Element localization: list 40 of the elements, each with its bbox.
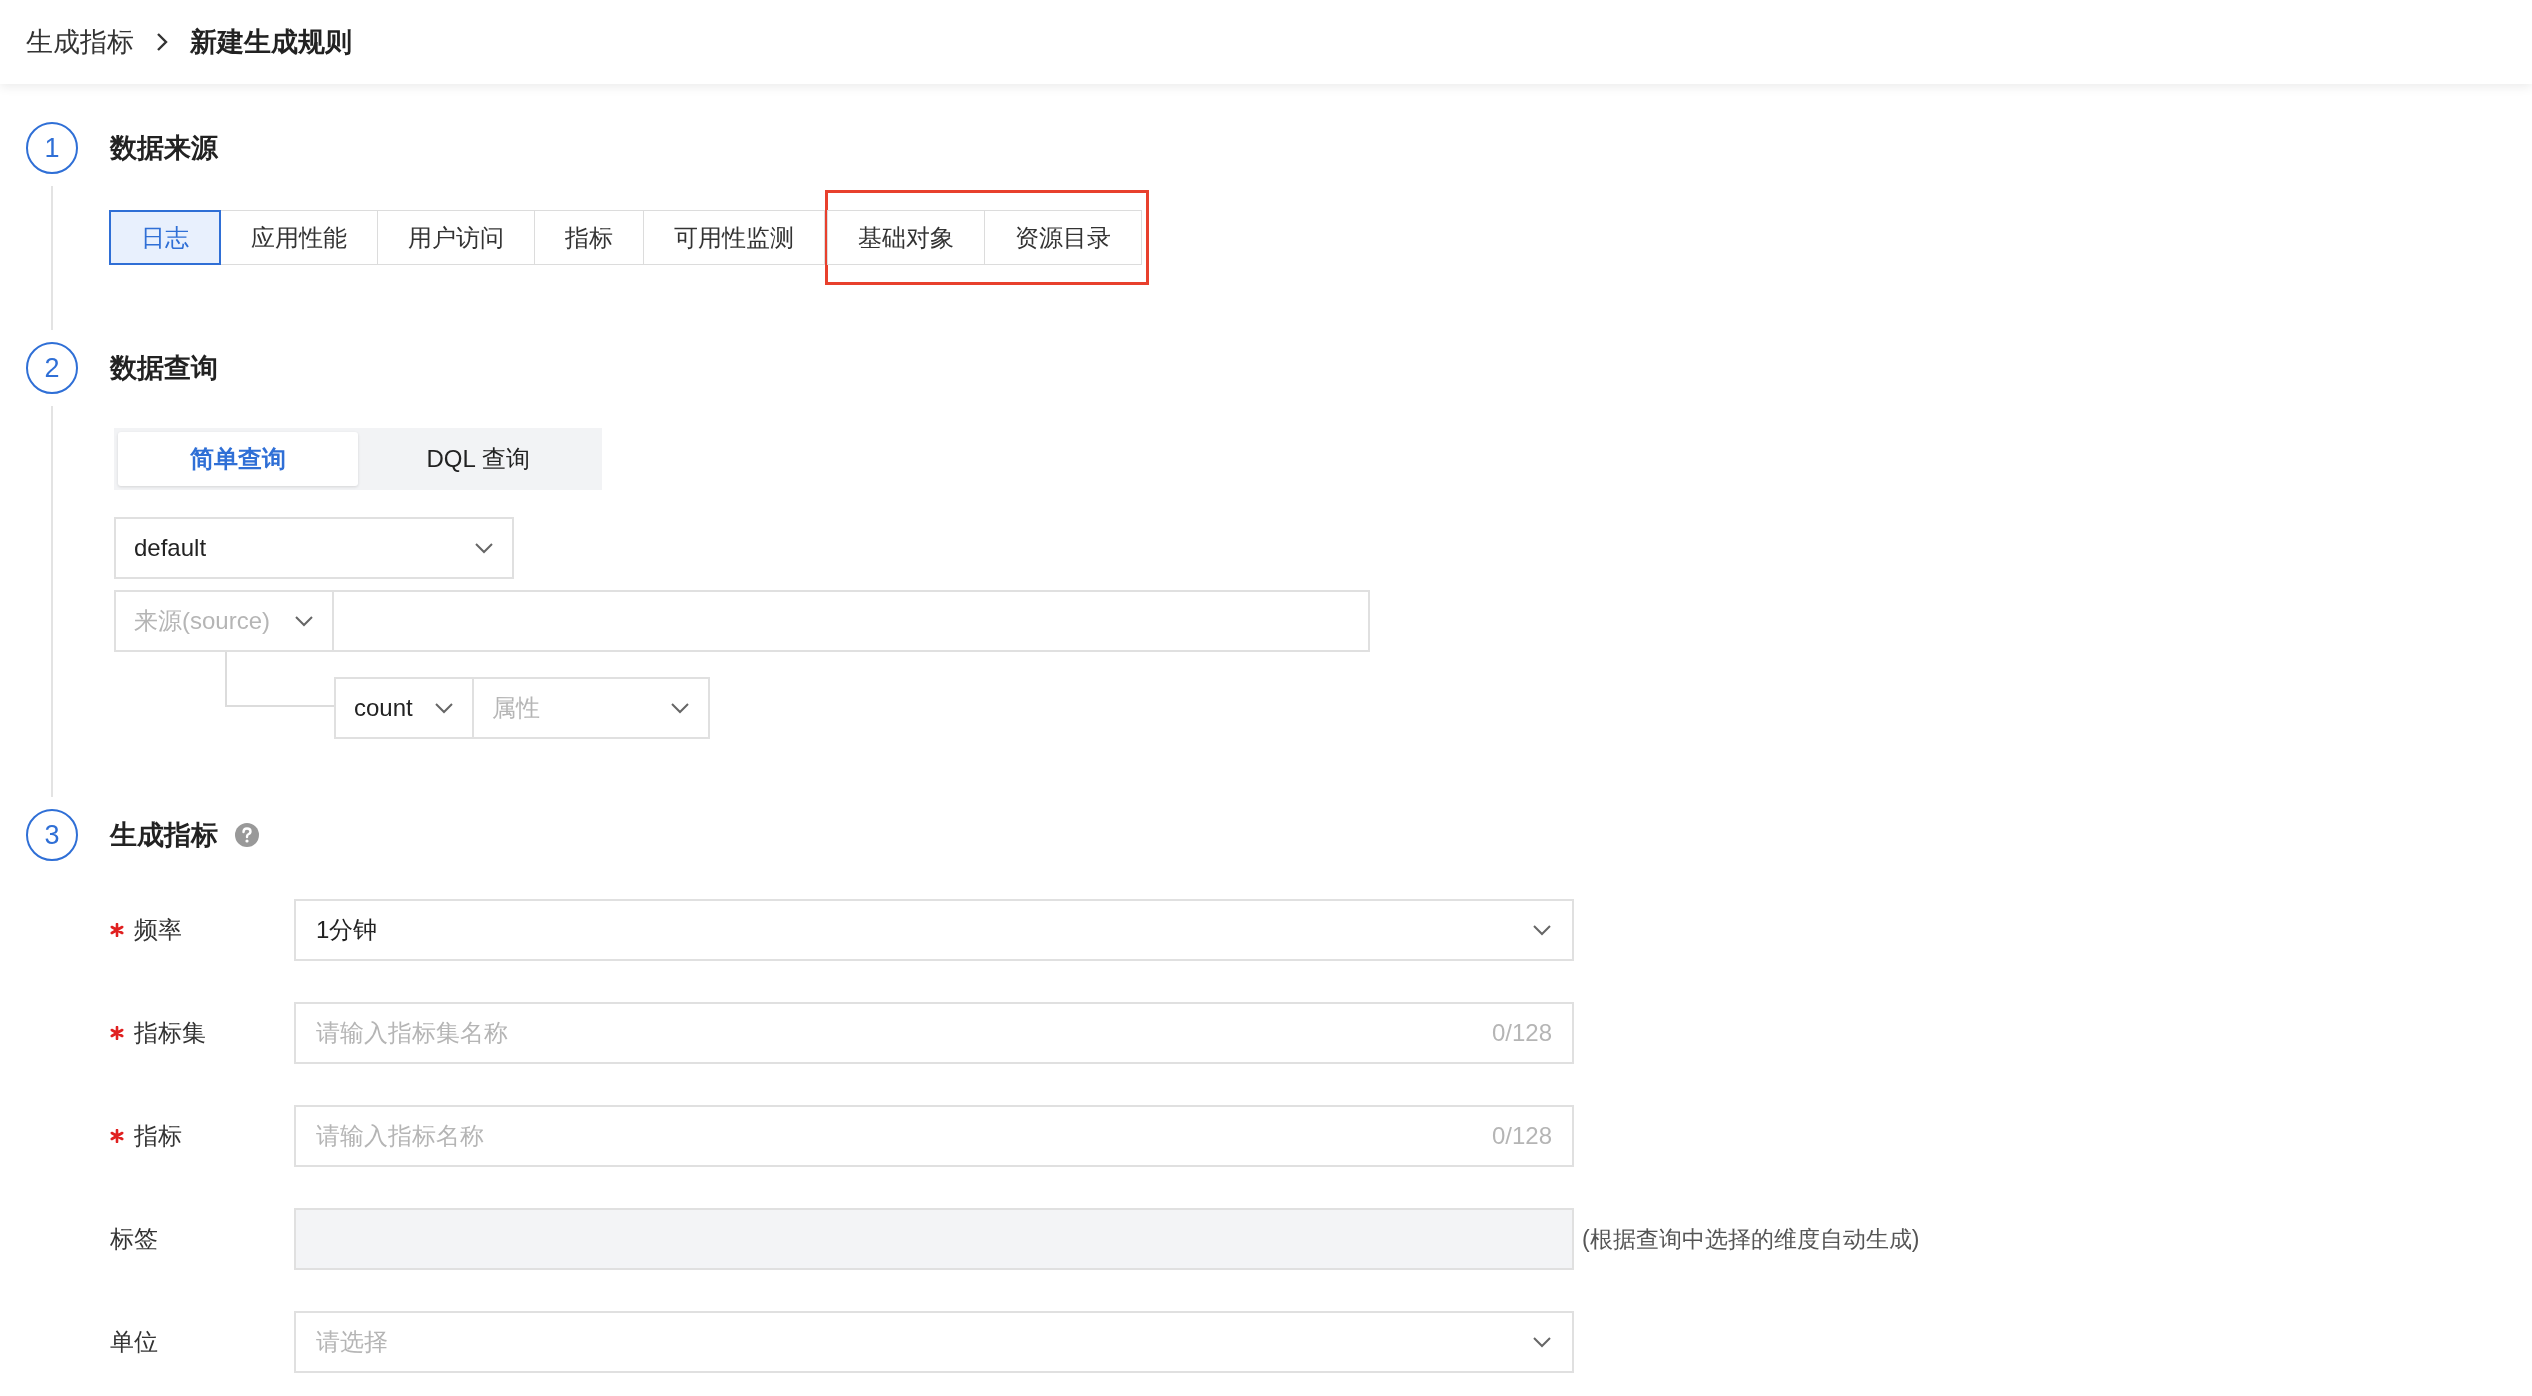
- section-title: 生成指标: [110, 819, 218, 852]
- source-tab[interactable]: 指标: [534, 210, 644, 265]
- field-label: 频率: [134, 915, 182, 945]
- field-label: 单位: [110, 1327, 158, 1357]
- chevron-down-icon: [294, 615, 314, 627]
- workspace-select[interactable]: default: [114, 517, 514, 579]
- source-tab[interactable]: 用户访问: [377, 210, 535, 265]
- required-icon: [110, 1129, 124, 1143]
- field-label: 指标: [134, 1121, 182, 1151]
- section-title: 数据来源: [110, 132, 218, 165]
- section-title: 数据查询: [110, 352, 218, 385]
- required-icon: [110, 1026, 124, 1040]
- required-icon: [110, 923, 124, 937]
- help-icon[interactable]: [234, 822, 260, 848]
- source-tab[interactable]: 基础对象: [827, 210, 985, 265]
- step-number: 1: [26, 122, 78, 174]
- field-label: 指标集: [134, 1018, 206, 1048]
- char-counter: 0/128: [1491, 1122, 1552, 1150]
- query-mode-tab[interactable]: 简单查询: [118, 432, 358, 486]
- step-number: 3: [26, 809, 78, 861]
- breadcrumb-item: 新建生成规则: [190, 26, 352, 59]
- source-tab[interactable]: 可用性监测: [643, 210, 825, 265]
- chevron-right-icon: [156, 32, 168, 52]
- breadcrumb-item[interactable]: 生成指标: [26, 24, 134, 60]
- field-label: 标签: [110, 1224, 158, 1254]
- query-mode-tab[interactable]: DQL 查询: [358, 432, 598, 486]
- chevron-down-icon: [434, 702, 454, 714]
- chevron-down-icon: [670, 702, 690, 714]
- chevron-down-icon: [1532, 924, 1552, 936]
- step-number: 2: [26, 342, 78, 394]
- source-tab[interactable]: 应用性能: [220, 210, 378, 265]
- source-tab[interactable]: 日志: [109, 210, 221, 265]
- chevron-down-icon: [474, 542, 494, 554]
- chevron-down-icon: [1532, 1336, 1552, 1348]
- filter-input[interactable]: [334, 590, 1370, 652]
- select-field[interactable]: 1分钟: [294, 899, 1574, 961]
- aggregate-select[interactable]: count: [334, 677, 474, 739]
- field-note: (根据查询中选择的维度自动生成): [1582, 1224, 1921, 1254]
- char-counter: 0/128: [1491, 1019, 1552, 1047]
- source-tab[interactable]: 资源目录: [984, 210, 1142, 265]
